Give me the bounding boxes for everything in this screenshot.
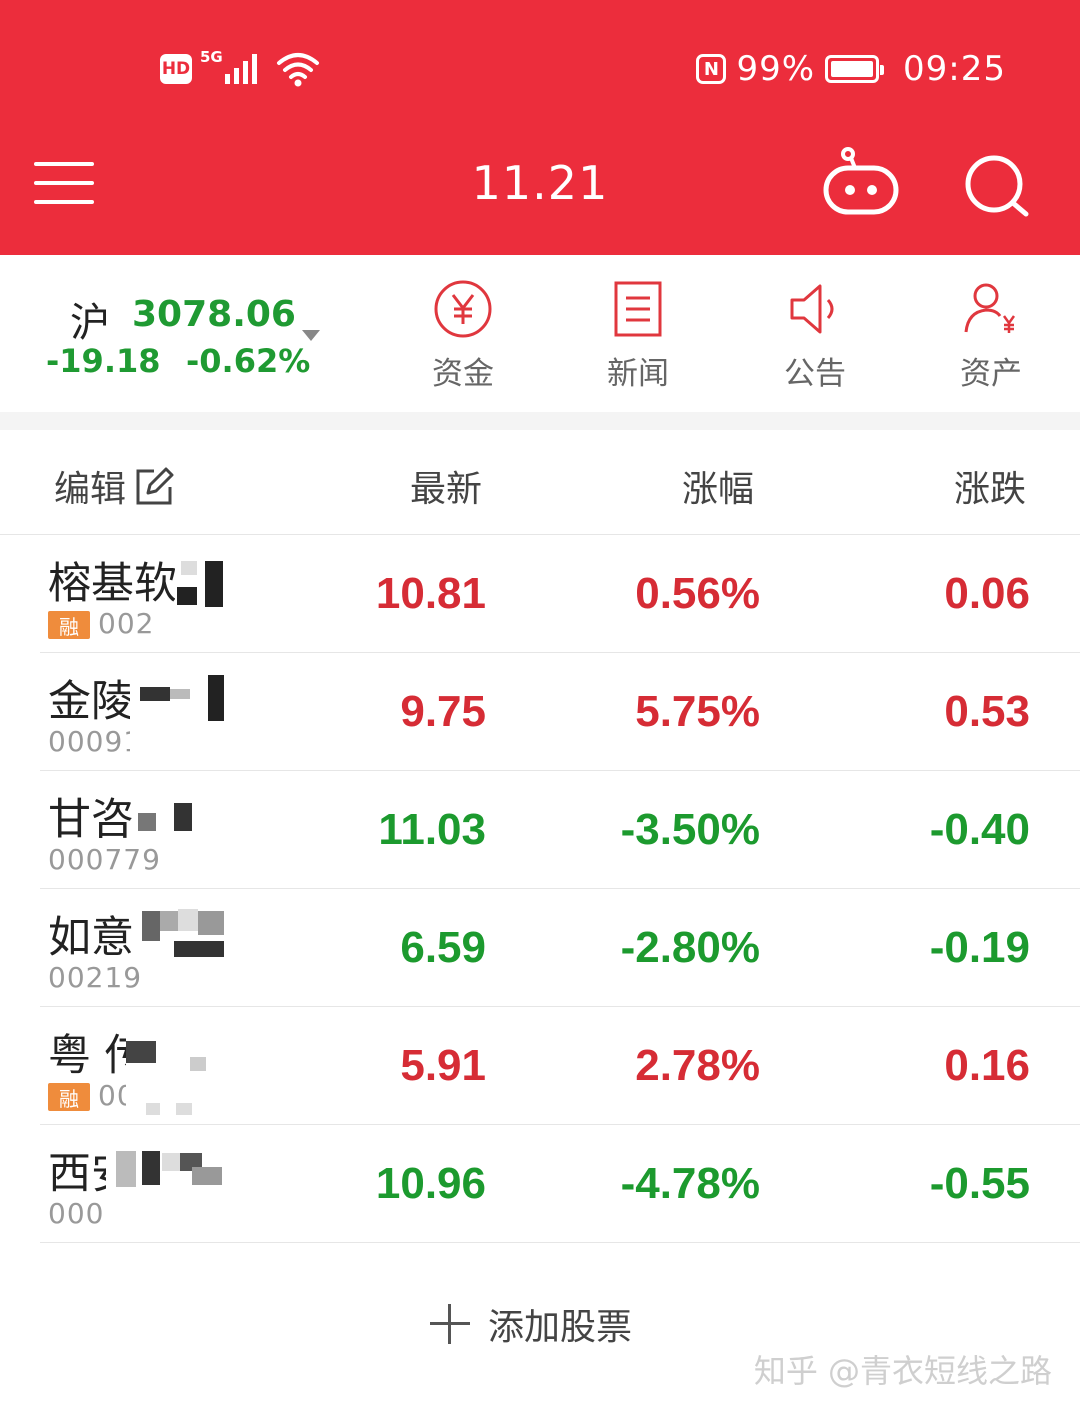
page-title: 11.21 — [471, 156, 609, 210]
index-change: -19.18 — [46, 342, 161, 380]
table-row[interactable]: 榕基软 融 002 10.81 0.56% 0.06 — [0, 535, 1080, 653]
status-bar-left: HD 5G — [160, 44, 321, 94]
price: 6.59 — [400, 923, 486, 972]
battery-percent: 99% — [736, 49, 816, 89]
price: 11.03 — [378, 805, 486, 854]
nfc-icon: N — [696, 54, 727, 84]
wifi-icon — [276, 53, 319, 87]
status-bar-right: N 99% 09:25 — [696, 44, 1006, 94]
stock-name: 金陵 — [48, 677, 134, 727]
table-row[interactable]: 如意 002193 6.59 -2.80% -0.19 — [0, 889, 1080, 1007]
network-type: 5G — [200, 48, 223, 66]
table-row[interactable]: 甘咨 000779 11.03 -3.50% -0.40 — [0, 771, 1080, 889]
table-row[interactable]: 金陵 00091 9.75 5.75% 0.53 — [0, 653, 1080, 771]
shortcut-announcement[interactable]: 公告 — [750, 278, 880, 393]
change: -0.40 — [929, 805, 1030, 854]
index-summary[interactable]: 沪 3078.06 -19.18 -0.62% — [40, 284, 340, 384]
column-change-pct[interactable]: 涨幅 — [682, 460, 754, 512]
change-pct: 5.75% — [635, 687, 760, 736]
news-icon — [614, 281, 662, 337]
stock-name: 甘咨 — [48, 795, 134, 845]
signal-icon — [224, 54, 257, 84]
change-pct: -2.80% — [620, 923, 760, 972]
table-row[interactable]: 粤 传 融 00 5.91 2.78% 0.16 — [0, 1007, 1080, 1125]
change: 0.06 — [944, 569, 1030, 618]
price: 10.96 — [375, 1159, 486, 1208]
redaction-mosaic — [126, 1007, 256, 1123]
column-latest[interactable]: 最新 — [410, 460, 482, 512]
yuan-circle-icon — [434, 280, 492, 338]
redaction-mosaic — [130, 653, 240, 769]
speaker-icon — [790, 284, 834, 334]
shortcut-assets[interactable]: 资产 — [926, 278, 1056, 393]
change: -0.55 — [929, 1159, 1030, 1208]
shortcut-label: 资金 — [432, 356, 494, 392]
change: 0.16 — [944, 1041, 1030, 1090]
redaction-mosaic — [138, 771, 158, 887]
column-change[interactable]: 涨跌 — [954, 460, 1026, 512]
edit-label: 编辑 — [54, 469, 127, 510]
redaction-mosaic — [106, 1125, 236, 1241]
shortcut-label: 新闻 — [607, 356, 669, 392]
redaction-mosaic — [142, 889, 252, 1005]
robot-icon[interactable] — [822, 146, 900, 218]
watermark: 知乎 @青衣短线之路 — [753, 1352, 1052, 1390]
user-yuan-icon — [964, 283, 1016, 333]
change-pct: 0.56% — [635, 569, 760, 618]
change-pct: -3.50% — [620, 805, 760, 854]
top-bar: HD 5G N 99% 09:25 11.21 — [0, 0, 1080, 255]
redaction-mosaic — [174, 771, 194, 887]
section-divider — [0, 412, 1080, 430]
stock-name: 榕基软 — [48, 559, 177, 609]
index-change-pct: -0.62% — [186, 342, 311, 380]
plus-icon — [430, 1304, 470, 1344]
battery-icon — [825, 55, 885, 83]
index-name: 沪 — [70, 300, 110, 346]
price: 5.91 — [400, 1041, 486, 1090]
add-stock-button[interactable]: 添加股票 — [430, 1298, 632, 1350]
stock-name: 如意 — [48, 913, 134, 963]
add-stock-label: 添加股票 — [488, 1307, 633, 1348]
stock-code: 002 — [98, 607, 155, 640]
price: 10.81 — [375, 569, 486, 618]
change: -0.19 — [929, 923, 1030, 972]
row-divider — [40, 1242, 1080, 1243]
search-icon[interactable] — [962, 152, 1032, 222]
caret-down-icon[interactable] — [302, 330, 320, 341]
menu-icon[interactable] — [34, 160, 94, 206]
shortcut-news[interactable]: 新闻 — [573, 278, 703, 393]
shortcut-funds[interactable]: 资金 — [398, 278, 528, 393]
change: 0.53 — [944, 687, 1030, 736]
stock-code: 00091 — [48, 725, 143, 758]
table-row[interactable]: 西安 0007 10.96 -4.78% -0.55 — [0, 1125, 1080, 1243]
edit-icon — [136, 467, 174, 505]
price: 9.75 — [400, 687, 486, 736]
clock: 09:25 — [903, 49, 1006, 89]
margin-badge: 融 — [48, 611, 90, 639]
index-value: 3078.06 — [132, 294, 296, 335]
edit-button[interactable]: 编辑 — [54, 460, 174, 512]
hd-badge: HD — [160, 54, 192, 84]
shortcut-label: 公告 — [784, 356, 846, 392]
change-pct: -4.78% — [620, 1159, 760, 1208]
margin-badge: 融 — [48, 1083, 90, 1111]
shortcut-label: 资产 — [960, 356, 1022, 392]
change-pct: 2.78% — [635, 1041, 760, 1090]
table-header: 编辑 最新 涨幅 涨跌 — [0, 430, 1080, 535]
redaction-mosaic — [175, 535, 245, 651]
